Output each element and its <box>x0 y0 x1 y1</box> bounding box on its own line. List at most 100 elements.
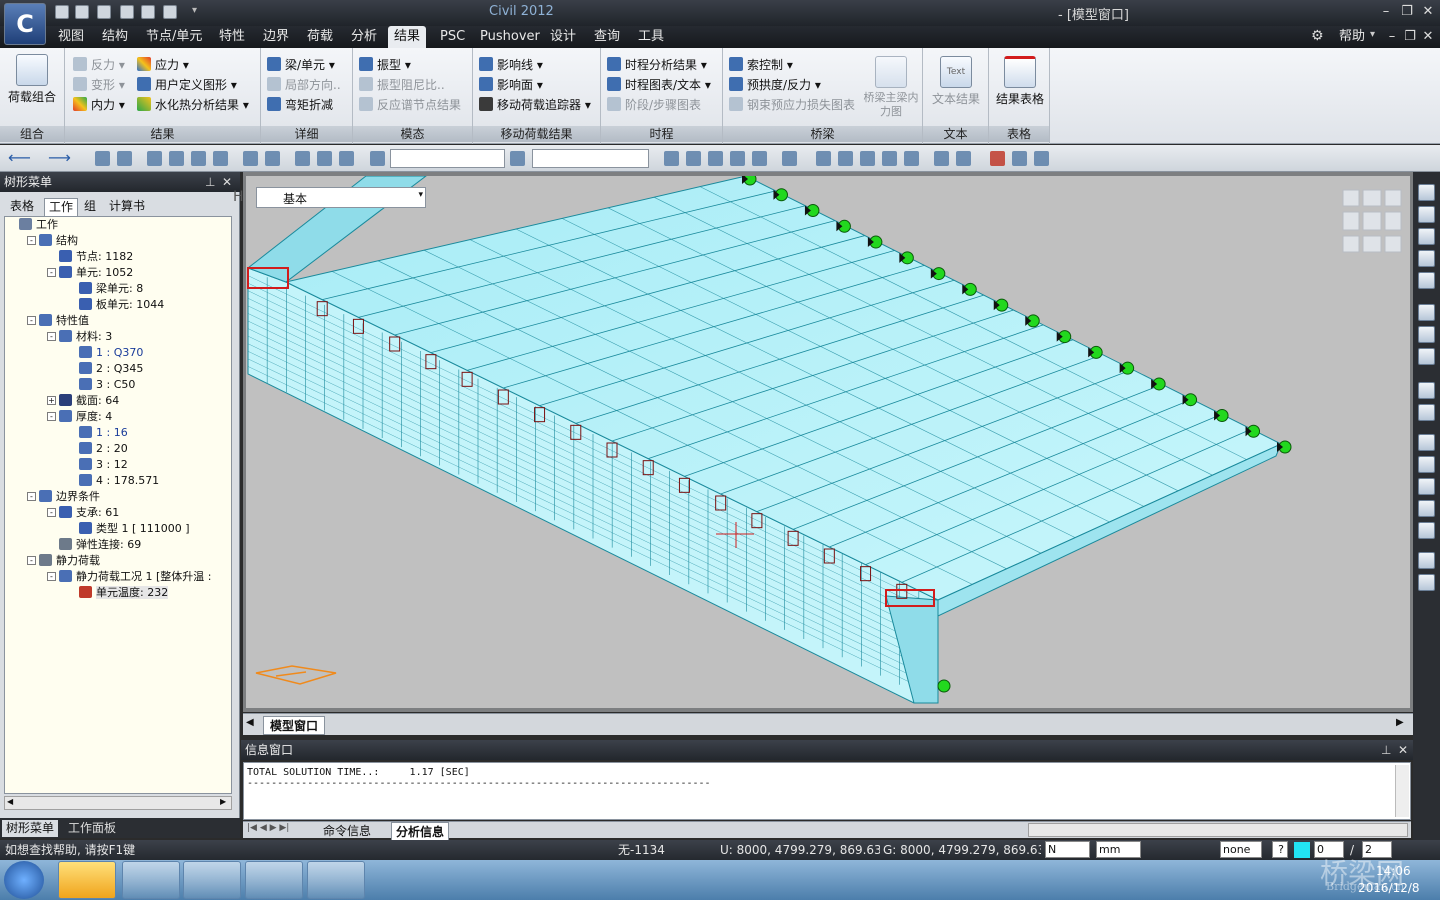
collapse-icon[interactable]: - <box>47 412 56 421</box>
tree-node[interactable]: 节点: 1182 <box>5 249 231 265</box>
bottom-view-icon[interactable] <box>1418 500 1435 517</box>
tree-node[interactable]: - 材料: 3 <box>5 329 231 345</box>
force-button[interactable]: 内力 ▾ <box>73 96 125 115</box>
ie-taskbar-icon[interactable] <box>58 861 116 899</box>
force-unit-select[interactable]: N <box>1045 841 1090 858</box>
tab-group[interactable]: 组 <box>80 198 100 216</box>
print-icon[interactable] <box>141 5 155 19</box>
select-previous-icon[interactable] <box>265 151 280 166</box>
tab-work-panel[interactable]: 工作面板 <box>64 820 120 837</box>
tab-command-info[interactable]: 命令信息 <box>323 822 371 839</box>
stage-step-graph-button[interactable]: 阶段/步骤图表 <box>607 96 701 115</box>
rotate-view-icon[interactable] <box>1418 348 1435 365</box>
unselect-icon[interactable] <box>243 151 258 166</box>
tab-analysis[interactable]: 分析 <box>345 26 383 48</box>
node-select-combo[interactable] <box>390 149 505 168</box>
select-by-id-icon[interactable] <box>317 151 332 166</box>
tab-tree-menu[interactable]: 树形菜单 <box>2 820 59 837</box>
tree-node[interactable]: - 静力荷载工况 1 [整体升温 : <box>5 569 231 585</box>
named-view-icon[interactable] <box>1418 552 1435 569</box>
display-icon[interactable] <box>838 151 853 166</box>
pan-icon[interactable] <box>708 151 723 166</box>
select-volume-icon[interactable] <box>213 151 228 166</box>
tab-scroll-left-icon[interactable]: ◀ <box>246 717 254 728</box>
select-all-icon[interactable] <box>339 151 354 166</box>
info-pin-icon[interactable]: ⊥ <box>1381 740 1391 760</box>
expand-icon[interactable]: + <box>47 396 56 405</box>
local-direction-button[interactable]: 局部方向.. <box>267 76 341 95</box>
minimize-icon[interactable]: – <box>1378 4 1394 20</box>
tree-node[interactable]: + 截面: 64 <box>5 393 231 409</box>
help-question-icon[interactable]: ? <box>1272 841 1288 858</box>
print-preview-icon[interactable] <box>163 5 177 19</box>
combo-select[interactable]: none <box>1220 841 1262 858</box>
zoom-fit-icon[interactable] <box>664 151 679 166</box>
pointer-icon[interactable] <box>370 151 385 166</box>
help-dropdown-icon[interactable]: ▾ <box>1370 29 1375 40</box>
help-menu[interactable]: 帮助 <box>1333 26 1371 48</box>
select-plane-icon[interactable] <box>191 151 206 166</box>
tree-node[interactable]: 2 : Q345 <box>5 361 231 377</box>
save-icon[interactable] <box>120 5 134 19</box>
zoom-window-view-icon[interactable] <box>1418 206 1435 223</box>
tree-node[interactable]: 1 : Q370 <box>5 345 231 361</box>
explorer-taskbar-icon[interactable] <box>122 861 180 899</box>
node-number-icon[interactable] <box>934 151 949 166</box>
reaction-button[interactable]: 反力 ▾ <box>73 56 125 75</box>
shrink-icon[interactable] <box>816 151 831 166</box>
tab-boundary[interactable]: 边界 <box>257 26 295 48</box>
camber-reaction-button[interactable]: 预拱度/反力 ▾ <box>729 76 821 95</box>
select-identity-icon[interactable] <box>295 151 310 166</box>
tab-properties[interactable]: 特性 <box>213 26 251 48</box>
info-nav-icons[interactable]: |◀ ◀ ▶ ▶| <box>247 823 289 833</box>
zoom-all-icon[interactable] <box>1418 272 1435 289</box>
app-menu-button[interactable]: C <box>4 3 46 45</box>
tendon-loss-graph-button[interactable]: 钢束预应力损失图表 <box>729 96 855 115</box>
influence-line-button[interactable]: 影响线 ▾ <box>479 56 543 75</box>
scroll-left-icon[interactable]: ◀ <box>7 797 13 806</box>
info-vertical-scrollbar[interactable] <box>1395 765 1409 817</box>
tree-horizontal-scrollbar[interactable]: ◀ ▶ <box>4 796 232 810</box>
view-mode-select[interactable]: H 基本 ▾ <box>233 187 426 208</box>
perspective-icon[interactable] <box>1418 522 1435 539</box>
model-canvas[interactable] <box>246 172 1410 708</box>
tab-results[interactable]: 结果 <box>388 26 427 48</box>
right-view-icon[interactable] <box>1418 456 1435 473</box>
tree-node[interactable]: 弹性连接: 69 <box>5 537 231 553</box>
tab-pushover[interactable]: Pushover <box>474 26 546 48</box>
mode-shape-button[interactable]: 振型 ▾ <box>359 56 411 75</box>
tree-node[interactable]: - 支承: 61 <box>5 505 231 521</box>
user-defined-plot-button[interactable]: 用户定义图形 ▾ <box>137 76 237 95</box>
tree-node[interactable]: - 结构 <box>5 233 231 249</box>
redraw-icon[interactable] <box>782 151 797 166</box>
select-polygon-icon[interactable] <box>147 151 162 166</box>
open-project-icon[interactable] <box>97 5 111 19</box>
view-select-dropdown-icon[interactable]: ▾ <box>418 190 423 200</box>
tab-structure[interactable]: 结构 <box>96 26 134 48</box>
tab-scroll-right-icon[interactable]: ▶ <box>1396 717 1404 728</box>
front-view-icon[interactable] <box>1418 434 1435 451</box>
hidden-icon[interactable] <box>860 151 875 166</box>
doc-restore-icon[interactable]: ❐ <box>1402 29 1418 45</box>
info-horizontal-scrollbar[interactable] <box>1028 823 1408 837</box>
tree-node[interactable]: - 单元: 1052 <box>5 265 231 281</box>
unlock-icon[interactable] <box>1034 151 1049 166</box>
cable-control-button[interactable]: 索控制 ▾ <box>729 56 793 75</box>
new-file-icon[interactable] <box>55 5 69 19</box>
zoom-out-icon[interactable] <box>1418 250 1435 267</box>
tree-node[interactable]: 类型 1 [ 111000 ] <box>5 521 231 537</box>
left-view-icon[interactable] <box>1418 478 1435 495</box>
users-taskbar-icon[interactable] <box>245 861 303 899</box>
collapse-icon[interactable]: - <box>27 316 36 325</box>
moving-load-tracer-button[interactable]: 移动荷载追踪器 ▾ <box>479 96 591 115</box>
top-view-icon[interactable] <box>1418 404 1435 421</box>
model-window[interactable] <box>243 172 1413 712</box>
length-unit-select[interactable]: mm <box>1096 841 1141 858</box>
tree-node[interactable]: - 边界条件 <box>5 489 231 505</box>
close-icon[interactable]: ✕ <box>1420 4 1436 20</box>
influence-surface-button[interactable]: 影响面 ▾ <box>479 76 543 95</box>
zoom-in-icon[interactable] <box>1418 228 1435 245</box>
quick-access-dropdown-icon[interactable]: ▾ <box>192 5 197 16</box>
panel-close-icon[interactable]: ✕ <box>222 172 232 192</box>
tab-view[interactable]: 视图 <box>52 26 90 48</box>
